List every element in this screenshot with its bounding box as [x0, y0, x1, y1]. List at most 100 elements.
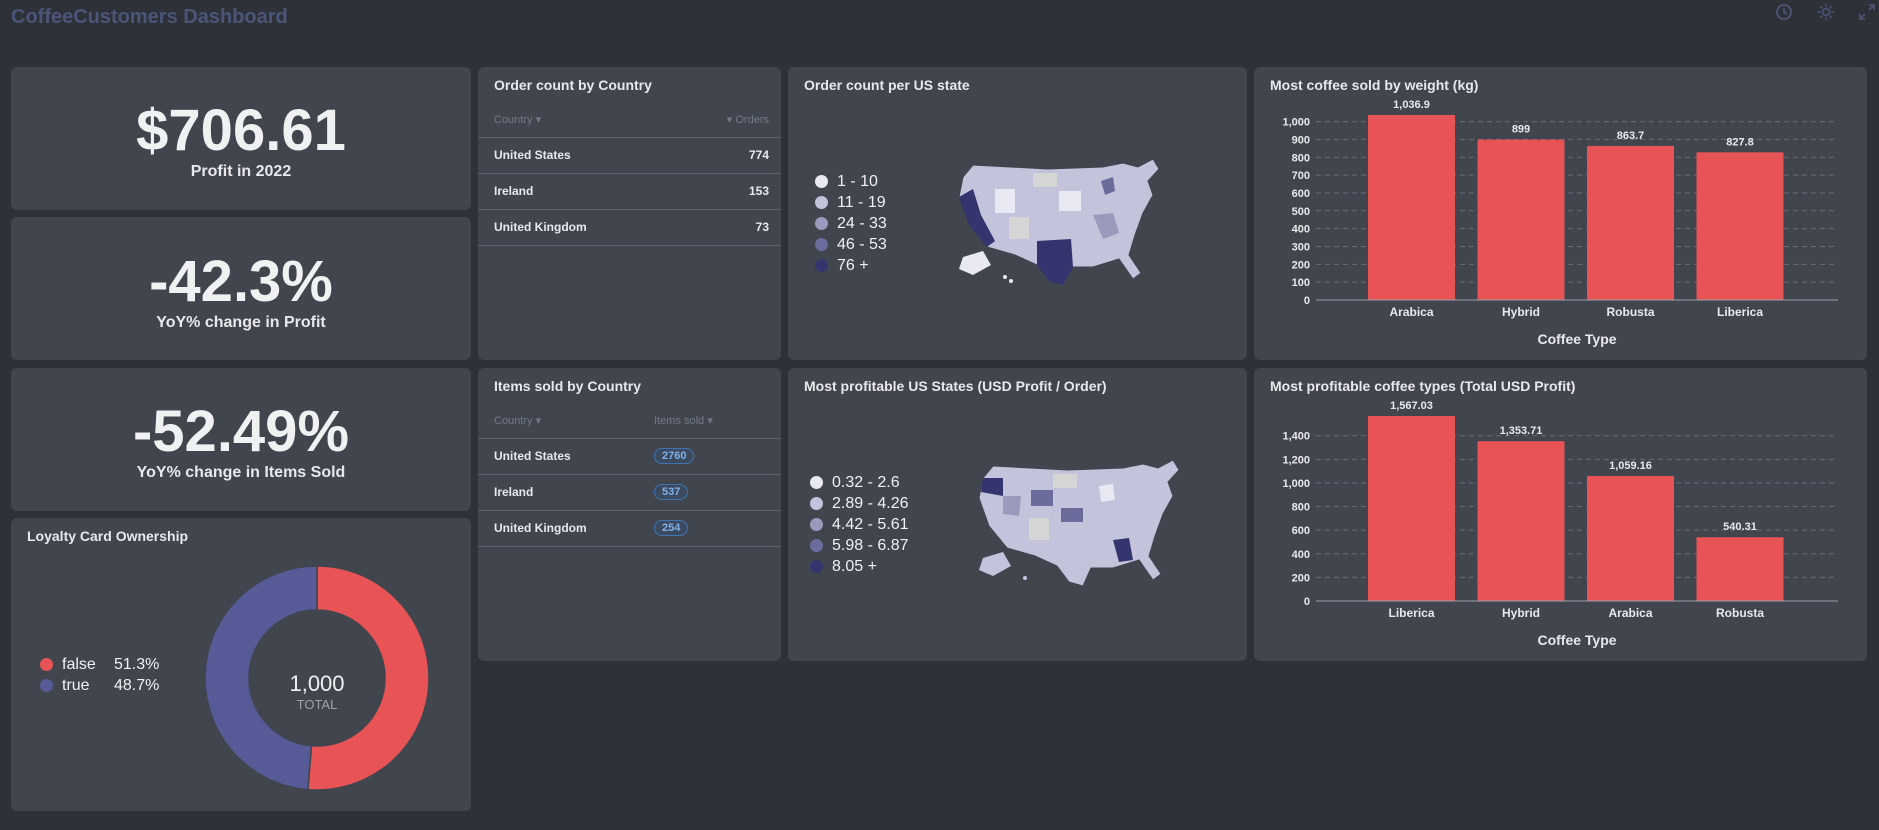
bar-value-label: 827.8 — [1726, 136, 1754, 148]
map-legend: 1 - 10 11 - 19 24 - 33 46 - 53 76 + — [815, 171, 887, 276]
bar[interactable] — [1368, 416, 1455, 601]
cell-value: 2760 — [638, 438, 781, 475]
y-tick-label: 0 — [1304, 295, 1310, 307]
legend-item: 76 + — [815, 255, 887, 276]
items-by-country-card[interactable]: Items sold by Country Country ▾ Items so… — [478, 368, 781, 661]
orders-by-country-card[interactable]: Order count by Country Country ▾ ▾ Order… — [478, 67, 781, 360]
cell-value: 537 — [638, 474, 781, 511]
legend-dot — [810, 560, 823, 573]
state-new-mexico[interactable] — [1009, 217, 1029, 239]
bar[interactable] — [1368, 115, 1455, 300]
state-midwest[interactable] — [1059, 191, 1081, 211]
table-row[interactable]: United Kingdom 254 — [478, 510, 781, 547]
state-hawaii[interactable] — [1023, 576, 1027, 580]
bar-chart-weight[interactable]: 0 100 200 300 400 500 600 700 800 900 1,000 1,036.9… — [1254, 67, 1867, 360]
state-nevada-utah[interactable] — [995, 189, 1015, 213]
column-header-items-sold[interactable]: Items sold ▾ — [638, 404, 781, 439]
cell-value: 254 — [638, 510, 781, 547]
legend-item: 4.42 - 5.61 — [810, 514, 909, 535]
legend-pct: 48.7% — [114, 676, 160, 694]
card-title: Loyalty Card Ownership — [27, 528, 189, 544]
legend-dot — [810, 518, 823, 531]
profit-chart-card[interactable]: Most profitable coffee types (Total USD … — [1254, 368, 1867, 661]
scalar-value: -52.49% — [132, 399, 350, 464]
table-row[interactable]: United States 774 — [478, 137, 781, 174]
state-texas[interactable] — [1037, 239, 1073, 285]
legend-dot — [810, 497, 823, 510]
legend-item[interactable]: false 51.3% — [40, 654, 159, 675]
table-row[interactable]: United Kingdom 73 — [478, 209, 781, 246]
bar[interactable] — [1477, 441, 1565, 601]
legend-label: false — [62, 655, 96, 673]
y-tick-label: 800 — [1292, 152, 1310, 164]
card-title: Most profitable US States (USD Profit / … — [804, 378, 1107, 394]
state-wyoming[interactable] — [1031, 490, 1053, 506]
scalar-label: YoY% change in Profit — [156, 314, 326, 331]
column-header-country[interactable]: Country ▾ — [478, 103, 672, 138]
y-tick-label: 800 — [1292, 502, 1310, 514]
bar-value-label: 1,353.71 — [1500, 425, 1543, 437]
table-row[interactable]: Ireland 153 — [478, 173, 781, 210]
table-row[interactable]: United States 2760 — [478, 438, 781, 475]
yoy-profit-card[interactable]: -42.3% YoY% change in Profit — [11, 217, 471, 360]
legend-dot — [815, 196, 828, 209]
dashboard-title: CoffeeCustomers Dashboard — [11, 6, 288, 28]
clock-icon[interactable] — [1774, 3, 1794, 23]
table-row[interactable]: Ireland 537 — [478, 474, 781, 511]
cell-country: Ireland — [478, 474, 638, 511]
scalar-label: YoY% change in Items Sold — [136, 464, 346, 481]
legend-item[interactable]: true 48.7% — [40, 675, 159, 696]
yoy-items-card[interactable]: -52.49% YoY% change in Items Sold — [11, 368, 471, 511]
legend-item: 2.89 - 4.26 — [810, 493, 909, 514]
profit-map-card[interactable]: Most profitable US States (USD Profit / … — [788, 368, 1247, 661]
state-new-mexico[interactable] — [1029, 518, 1049, 540]
column-header-country[interactable]: Country ▾ — [478, 404, 638, 439]
state-north-dakota[interactable] — [1033, 173, 1057, 187]
value-pill: 2760 — [654, 448, 695, 464]
bar-value-label: 1,567.03 — [1390, 400, 1433, 412]
legend-item: 11 - 19 — [815, 192, 887, 213]
bar-chart-profit[interactable]: 0 200 400 600 800 1,000 1,200 1,400 1,567.03 Libe… — [1254, 368, 1867, 661]
y-tick-label: 600 — [1292, 188, 1310, 200]
legend-dot — [810, 476, 823, 489]
state-oregon-idaho[interactable] — [1003, 496, 1021, 516]
bar[interactable] — [1587, 145, 1674, 300]
donut-total-label: TOTAL — [297, 697, 338, 712]
state-alaska[interactable] — [959, 251, 991, 275]
donut-chart[interactable]: 1,000 TOTAL — [197, 558, 437, 798]
loyalty-card[interactable]: Loyalty Card Ownership false 51.3% true … — [11, 518, 471, 811]
expand-icon[interactable] — [1857, 3, 1877, 23]
scalar-value: -42.3% — [149, 249, 333, 314]
column-header-orders[interactable]: ▾ Orders — [671, 103, 781, 138]
us-map-orders[interactable] — [953, 155, 1173, 290]
profit-2022-card[interactable]: $706.61 Profit in 2022 — [11, 67, 471, 210]
state-kansas[interactable] — [1061, 508, 1083, 522]
bar[interactable] — [1477, 139, 1565, 300]
state-michigan[interactable] — [1099, 484, 1115, 502]
sun-icon[interactable] — [1816, 3, 1836, 23]
state-hawaii[interactable] — [1003, 275, 1007, 279]
bar-value-label: 1,036.9 — [1393, 99, 1430, 111]
y-tick-label: 900 — [1292, 134, 1310, 146]
weight-chart-card[interactable]: Most coffee sold by weight (kg) 0 100 200 3… — [1254, 67, 1867, 360]
bar[interactable] — [1696, 537, 1784, 601]
us-map-profit[interactable] — [973, 456, 1193, 591]
y-tick-label: 0 — [1304, 596, 1310, 608]
legend-dot-false — [40, 658, 53, 671]
scalar-label: Profit in 2022 — [190, 163, 292, 180]
state-north-dakota[interactable] — [1053, 474, 1077, 488]
y-tick-label: 500 — [1292, 206, 1310, 218]
cell-country: United Kingdom — [478, 209, 672, 246]
orders-map-card[interactable]: Order count per US state 1 - 10 11 - 19 … — [788, 67, 1247, 360]
legend-label: true — [62, 676, 90, 694]
state-alaska[interactable] — [979, 552, 1011, 576]
legend-dot — [810, 539, 823, 552]
x-tick-label: Arabica — [1608, 606, 1652, 620]
bar[interactable] — [1587, 475, 1674, 601]
bar[interactable] — [1696, 152, 1784, 300]
x-tick-label: Robusta — [1716, 606, 1764, 620]
y-tick-label: 700 — [1292, 170, 1310, 182]
x-tick-label: Robusta — [1607, 305, 1655, 319]
y-tick-label: 400 — [1292, 224, 1310, 236]
dashboard-header: CoffeeCustomers Dashboard — [0, 0, 1879, 40]
